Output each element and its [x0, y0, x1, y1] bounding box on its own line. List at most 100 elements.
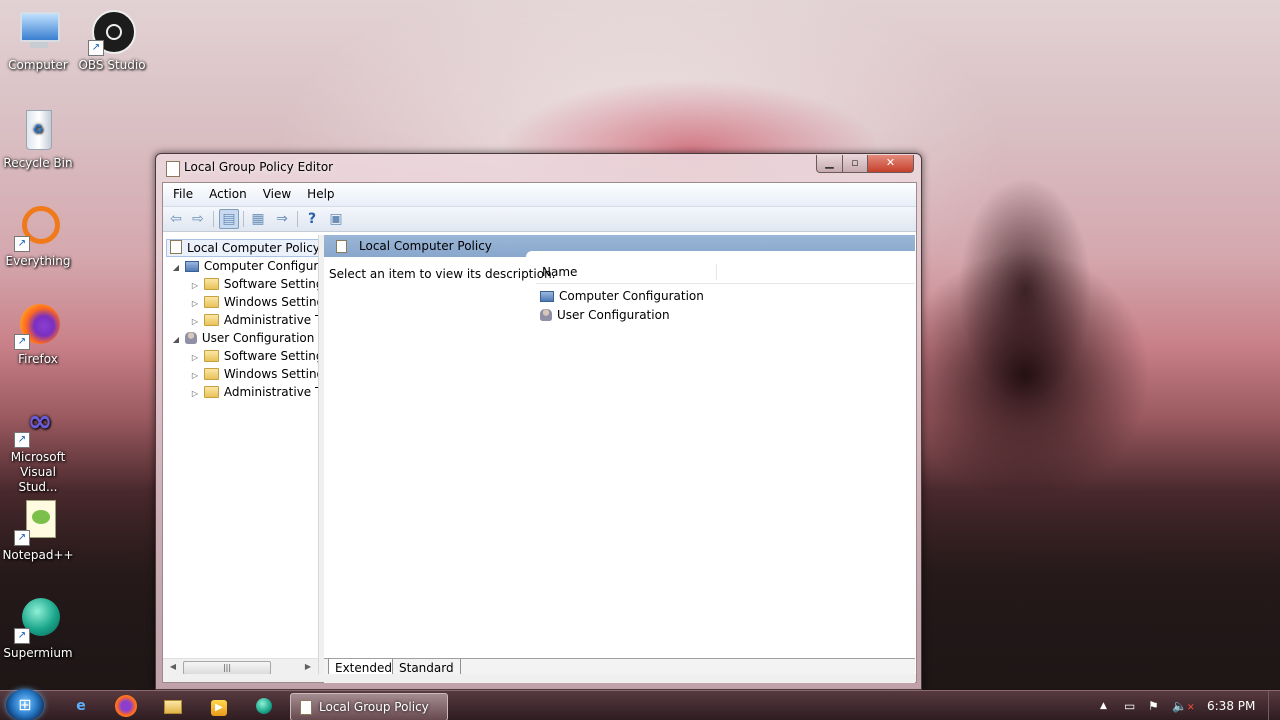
maximize-button[interactable]: ▫	[842, 155, 868, 173]
tray-network[interactable]: ▭	[1124, 691, 1135, 720]
taskbar-supermium[interactable]	[253, 695, 275, 717]
list-item[interactable]: User Configuration	[540, 306, 670, 324]
clock[interactable]: 6:38 PM	[1207, 691, 1255, 720]
column-divider[interactable]	[716, 264, 717, 280]
taskbar-media-player[interactable]: ▶	[208, 695, 230, 717]
list-item-label: User Configuration	[557, 308, 670, 322]
desktop-icon-obs[interactable]: ↗ OBS Studio	[74, 8, 150, 73]
export-list-button[interactable]: ⇒	[273, 210, 291, 228]
window-title: Local Group Policy Editor	[184, 160, 334, 174]
scroll-left-icon[interactable]: ◀	[165, 659, 181, 675]
tree-item-user-configuration[interactable]: ◢ User Configuration	[171, 329, 314, 347]
action-pane-icon: ▣	[329, 211, 343, 227]
tree-horizontal-scrollbar[interactable]: ◀ ||| ▶	[163, 658, 318, 675]
menu-file[interactable]: File	[167, 183, 199, 206]
title-bar[interactable]: Local Group Policy Editor ▁ ▫ ✕	[156, 154, 921, 182]
details-pane: Local Computer Policy Select an item to …	[324, 235, 915, 658]
forward-button[interactable]: ⇨	[189, 210, 207, 228]
tree-item-user-windows-settings[interactable]: ▷ Windows Setting	[190, 365, 318, 383]
internet-explorer-icon: e	[76, 698, 86, 714]
desktop-icon-everything[interactable]: ↗ Everything	[0, 204, 76, 269]
desktop-icon-label: Notepad++	[2, 548, 74, 562]
muted-x-icon: ✕	[1186, 703, 1195, 713]
desktop-icon-visual-studio[interactable]: ∞ ↗ Microsoft Visual Stud...	[0, 400, 76, 495]
taskbar-file-explorer[interactable]	[162, 695, 184, 717]
properties-icon: ▦	[251, 211, 265, 227]
minimize-button[interactable]: ▁	[816, 155, 843, 173]
expand-arrow-icon[interactable]: ▷	[190, 385, 200, 403]
tree-item-windows-settings[interactable]: ▷ Windows Setting	[190, 293, 318, 311]
toolbar-separator	[213, 211, 214, 227]
taskbar-internet-explorer[interactable]: e	[70, 695, 92, 717]
window-client-area: File Action View Help ⇦ ⇨ ▤ ▦ ⇒ ? ▣ Local C…	[162, 182, 917, 683]
folder-icon	[164, 700, 182, 714]
desktop-icon-label: Everything	[5, 254, 71, 268]
show-desktop-button[interactable]	[1268, 691, 1280, 720]
shortcut-arrow-icon: ↗	[14, 530, 30, 546]
menu-action[interactable]: Action	[203, 183, 253, 206]
status-bar	[163, 674, 916, 682]
tree-item-label: Administrative Te	[223, 313, 318, 327]
desktop-icon-recycle-bin[interactable]: ♻ Recycle Bin	[0, 106, 76, 171]
menu-view[interactable]: View	[257, 183, 297, 206]
collapse-arrow-icon[interactable]: ◢	[171, 331, 181, 349]
tree-item-administrative-templates[interactable]: ▷ Administrative Te	[190, 311, 318, 329]
back-arrow-icon: ⇦	[170, 211, 182, 227]
show-hidden-icons-button[interactable]: ▲	[1100, 691, 1107, 720]
computer-icon	[540, 291, 554, 302]
windows-logo-icon: ⊞	[18, 695, 32, 714]
folder-icon	[203, 368, 219, 380]
folder-icon	[203, 386, 219, 398]
media-player-icon: ▶	[211, 700, 227, 716]
folder-icon	[203, 314, 219, 326]
supermium-icon	[256, 698, 272, 714]
desktop-icon-label: Supermium	[3, 646, 73, 660]
scroll-thumb[interactable]: |||	[183, 661, 271, 675]
tree-item-label: Software Settings	[223, 349, 318, 363]
tree-item-software-settings[interactable]: ▷ Software Settings	[190, 275, 318, 293]
list-item-label: Computer Configuration	[559, 289, 704, 303]
wallpaper-tree	[900, 250, 1150, 500]
desktop-icon-notepadpp[interactable]: ↗ Notepad++	[0, 498, 76, 563]
folder-icon	[203, 296, 219, 308]
close-button[interactable]: ✕	[867, 155, 914, 173]
taskbar-firefox[interactable]	[115, 695, 137, 717]
tree-item-label: Windows Setting	[223, 295, 318, 309]
tree-item-computer-configuration[interactable]: ◢ Computer Configura	[171, 257, 318, 275]
show-hide-console-tree-button[interactable]: ▤	[219, 209, 239, 229]
tree-item-user-software-settings[interactable]: ▷ Software Settings	[190, 347, 318, 365]
column-header-name[interactable]: Name	[542, 261, 577, 283]
help-button[interactable]: ?	[303, 210, 321, 228]
user-icon	[184, 332, 197, 344]
toolbar-separator	[297, 211, 298, 227]
toolbar-separator	[243, 211, 244, 227]
notepadpp-icon: ↗	[14, 498, 62, 546]
tray-action-center[interactable]: ⚑	[1148, 691, 1159, 720]
show-action-pane-button[interactable]: ▣	[327, 210, 345, 228]
desktop-icon-supermium[interactable]: ↗ Supermium	[0, 596, 76, 661]
list-item[interactable]: Computer Configuration	[540, 287, 704, 305]
tree-item-local-computer-policy[interactable]: Local Computer Policy	[166, 239, 318, 257]
start-button[interactable]: ⊞	[6, 689, 44, 720]
scroll-right-icon[interactable]: ▶	[300, 659, 316, 675]
tray-volume[interactable]: 🔈✕	[1172, 691, 1195, 720]
taskbar-group-policy-editor[interactable]: Local Group Policy E...	[290, 693, 448, 720]
folder-icon	[203, 278, 219, 290]
policy-icon	[170, 240, 182, 254]
visual-studio-icon: ∞ ↗	[14, 400, 62, 448]
desktop-icon-computer[interactable]: Computer	[0, 8, 76, 73]
details-header-title: Local Computer Policy	[359, 239, 492, 253]
tree-item-label: Windows Setting	[223, 367, 318, 381]
header-curve	[526, 251, 915, 259]
back-button[interactable]: ⇦	[167, 210, 185, 228]
computer-icon	[184, 261, 199, 272]
tree-item-label: User Configuration	[201, 331, 315, 345]
menu-bar: File Action View Help	[163, 183, 916, 207]
menu-help[interactable]: Help	[301, 183, 340, 206]
tree-item-user-administrative-templates[interactable]: ▷ Administrative Te	[190, 383, 318, 401]
properties-button[interactable]: ▦	[249, 210, 267, 228]
desktop-icon-label: Computer	[8, 58, 68, 72]
close-icon: ✕	[885, 156, 896, 169]
collapse-arrow-icon[interactable]: ◢	[171, 259, 181, 277]
desktop-icon-firefox[interactable]: ↗ Firefox	[0, 302, 76, 367]
